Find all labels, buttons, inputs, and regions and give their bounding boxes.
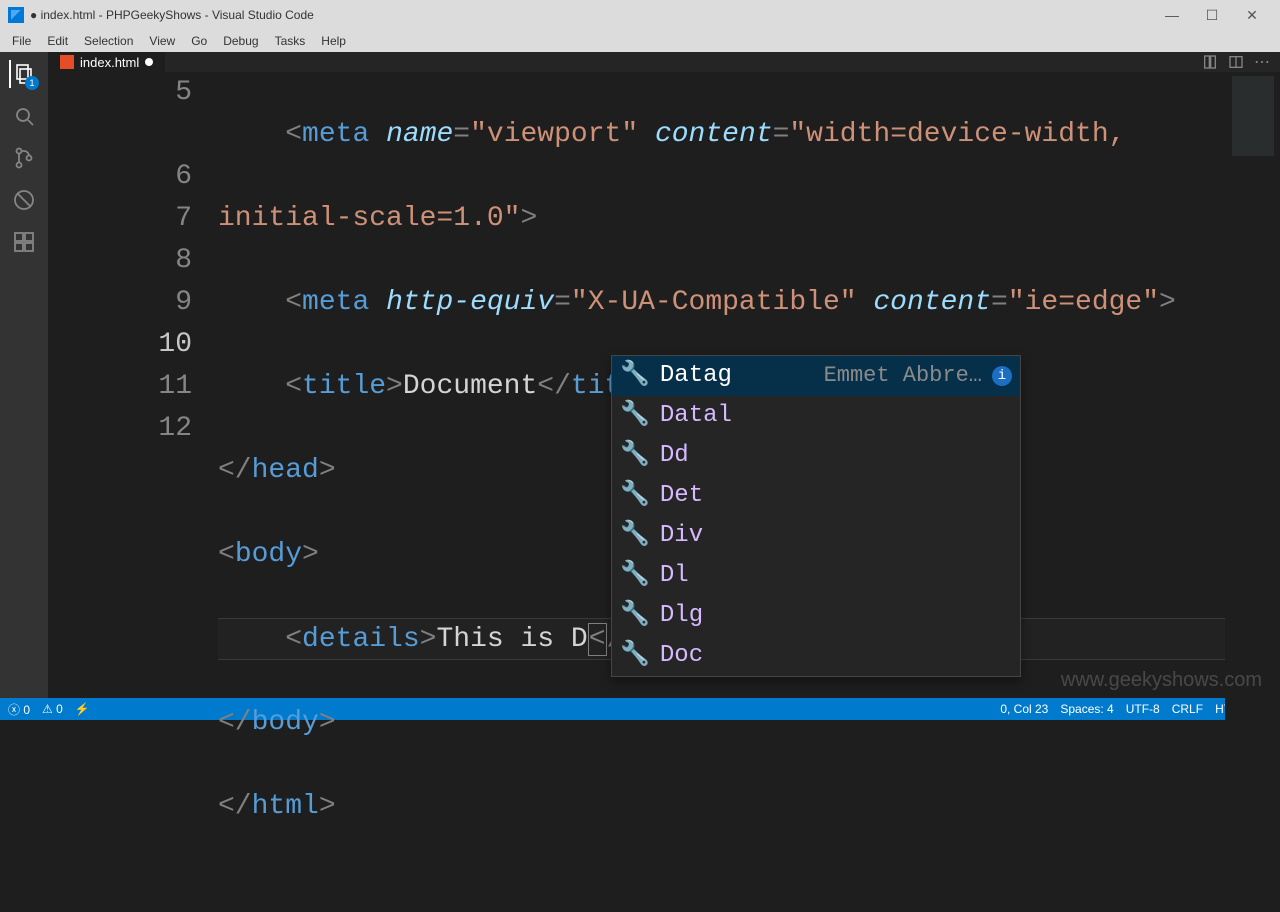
minimap[interactable] [1225,72,1280,912]
suggest-item[interactable]: 🔧 Datag Emmet Abbre… i [612,356,1020,396]
activity-search[interactable] [10,102,38,130]
compare-changes-icon[interactable] [1202,54,1218,70]
suggest-widget[interactable]: 🔧 Datag Emmet Abbre… i 🔧Datal 🔧Dd 🔧Det 🔧… [611,355,1021,677]
activity-explorer[interactable]: 1 [9,60,37,88]
wrench-icon: 🔧 [620,596,650,636]
wrench-icon: 🔧 [620,556,650,596]
activity-bar: 1 [0,52,48,698]
info-icon[interactable]: i [992,366,1012,386]
activity-scm[interactable] [10,144,38,172]
tab-index-html[interactable]: index.html [48,52,166,72]
wrench-icon: 🔧 [620,396,650,436]
activity-debug[interactable] [10,186,38,214]
menu-file[interactable]: File [4,34,39,48]
suggest-item[interactable]: 🔧Datal [612,396,1020,436]
editor-tabs: index.html ⋯ [48,52,1280,72]
tab-dirty-indicator [145,58,153,66]
vscode-icon [8,7,24,23]
window-maximize-button[interactable]: ☐ [1192,7,1232,24]
more-actions-icon[interactable]: ⋯ [1254,52,1270,72]
status-errors[interactable]: ⓧ 0 [8,701,30,718]
line-number-gutter: 5 6 7 8 9 10 11 12 [48,72,218,912]
suggest-item[interactable]: 🔧Dlg [612,596,1020,636]
suggest-item[interactable]: 🔧Div [612,516,1020,556]
suggest-item[interactable]: 🔧Dd [612,436,1020,476]
wrench-icon: 🔧 [620,356,650,396]
tab-label: index.html [80,55,139,70]
menu-tasks[interactable]: Tasks [267,34,314,48]
wrench-icon: 🔧 [620,516,650,556]
watermark: www.geekyshows.com [1061,669,1262,692]
suggest-item[interactable]: 🔧Det [612,476,1020,516]
menubar: File Edit Selection View Go Debug Tasks … [0,30,1280,52]
menu-view[interactable]: View [141,34,183,48]
window-titlebar: ● index.html - PHPGeekyShows - Visual St… [0,0,1280,30]
menu-help[interactable]: Help [313,34,354,48]
menu-edit[interactable]: Edit [39,34,76,48]
split-editor-icon[interactable] [1228,54,1244,70]
window-title: ● index.html - PHPGeekyShows - Visual St… [30,8,314,22]
html-file-icon [60,55,74,69]
wrench-icon: 🔧 [620,476,650,516]
window-close-button[interactable]: ✕ [1232,7,1272,24]
explorer-badge: 1 [25,76,39,90]
suggest-item[interactable]: 🔧Doc [612,636,1020,676]
wrench-icon: 🔧 [620,636,650,676]
code-editor[interactable]: 5 6 7 8 9 10 11 12 <meta name="viewport"… [48,72,1280,912]
menu-debug[interactable]: Debug [215,34,266,48]
menu-go[interactable]: Go [183,34,215,48]
window-minimize-button[interactable]: — [1152,7,1192,23]
wrench-icon: 🔧 [620,436,650,476]
activity-extensions[interactable] [10,228,38,256]
menu-selection[interactable]: Selection [76,34,141,48]
suggest-item[interactable]: 🔧Dl [612,556,1020,596]
